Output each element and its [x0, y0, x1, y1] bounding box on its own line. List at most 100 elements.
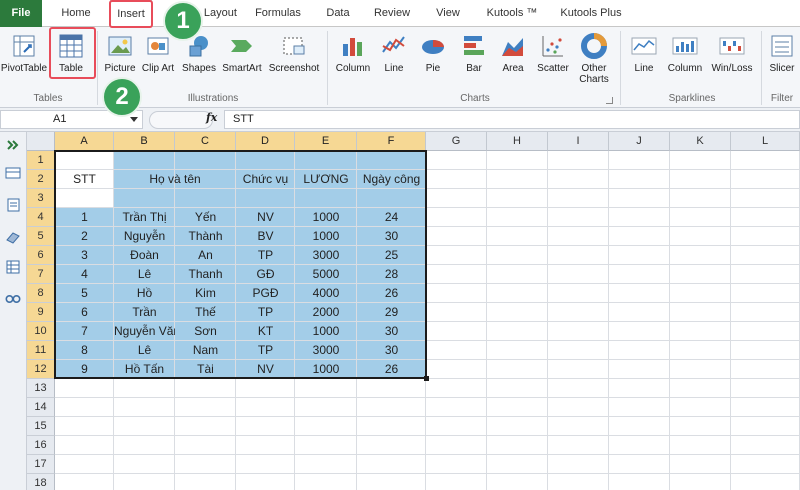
select-all-corner[interactable] — [27, 132, 55, 151]
gridline-horizontal — [55, 454, 800, 455]
pivottable-button[interactable]: PivotTable — [0, 27, 48, 93]
row-header-14[interactable]: 14 — [27, 398, 55, 417]
group-separator — [97, 31, 98, 105]
row-header-16[interactable]: 16 — [27, 436, 55, 455]
picture-label: Picture — [104, 63, 136, 74]
sparkline-winloss-label: Win/Loss — [711, 63, 753, 74]
workbook-sheets-icon[interactable] — [5, 166, 21, 180]
column-header-a[interactable]: A — [55, 132, 114, 151]
row-header-3[interactable]: 3 — [27, 189, 55, 208]
column-header-e[interactable]: E — [295, 132, 357, 151]
slicer-label: Slicer — [769, 63, 795, 74]
row-header-15[interactable]: 15 — [27, 417, 55, 436]
screenshot-icon — [283, 37, 305, 55]
step-2-badge: 2 — [102, 77, 142, 117]
chevron-down-icon[interactable] — [130, 117, 138, 122]
row-header-4[interactable]: 4 — [27, 208, 55, 227]
line-chart-button[interactable]: Line — [376, 27, 412, 93]
insert-tab-highlight — [109, 0, 153, 28]
other-charts-button[interactable]: Other Charts — [574, 27, 614, 93]
row-header-2[interactable]: 2 — [27, 170, 55, 189]
scatter-chart-label: Scatter — [537, 63, 569, 74]
sparkline-line-label: Line — [634, 63, 654, 74]
smartart-button[interactable]: SmartArt — [220, 27, 264, 93]
row-header-6[interactable]: 6 — [27, 246, 55, 265]
row-header-9[interactable]: 9 — [27, 303, 55, 322]
tab-formulas[interactable]: Formulas — [250, 0, 306, 27]
tab-file[interactable]: File — [0, 0, 42, 27]
column-header-c[interactable]: C — [175, 132, 236, 151]
tab-data[interactable]: Data — [320, 0, 356, 27]
row-header-5[interactable]: 5 — [27, 227, 55, 246]
row-header-18[interactable]: 18 — [27, 474, 55, 490]
name-box-value: A1 — [53, 113, 67, 125]
column-header-j[interactable]: J — [609, 132, 670, 151]
row-header-7[interactable]: 7 — [27, 265, 55, 284]
group-separator — [327, 31, 328, 105]
column-list-icon[interactable] — [5, 260, 21, 274]
formula-input[interactable]: STT — [224, 110, 800, 129]
tab-kutools-plus[interactable]: Kutools Plus — [556, 0, 626, 27]
kutools-navigation-pane — [0, 132, 27, 490]
sparkline-column-icon — [672, 37, 698, 55]
screenshot-label: Screenshot — [268, 63, 320, 74]
scatter-chart-icon — [542, 36, 563, 57]
group-tables-label: Tables — [33, 93, 63, 104]
slicer-button[interactable]: Slicer — [764, 27, 800, 93]
row-header-11[interactable]: 11 — [27, 341, 55, 360]
sparkline-column-label: Column — [667, 63, 703, 74]
tab-home[interactable]: Home — [52, 0, 100, 27]
row-header-17[interactable]: 17 — [27, 455, 55, 474]
column-header-d[interactable]: D — [236, 132, 295, 151]
screenshot-button[interactable]: Screenshot — [264, 27, 324, 93]
name-manager-icon[interactable] — [5, 230, 21, 244]
tab-view[interactable]: View — [430, 0, 466, 27]
area-chart-button[interactable]: Area — [494, 27, 532, 93]
tab-kutools[interactable]: Kutools ™ — [480, 0, 544, 27]
gridline-horizontal — [55, 473, 800, 474]
pivottable-icon — [13, 35, 35, 57]
group-separator — [620, 31, 621, 105]
shapes-label: Shapes — [182, 63, 216, 74]
sparkline-line-button[interactable]: Line — [624, 27, 664, 93]
column-header-i[interactable]: I — [548, 132, 609, 151]
scatter-chart-button[interactable]: Scatter — [532, 27, 574, 93]
sparkline-winloss-icon — [719, 37, 745, 55]
pie-chart-label: Pie — [425, 63, 441, 74]
group-charts-label: Charts — [460, 93, 490, 104]
row-header-13[interactable]: 13 — [27, 379, 55, 398]
find-replace-icon[interactable] — [5, 290, 21, 304]
area-chart-label: Area — [502, 63, 524, 74]
insert-function-button[interactable]: fx — [206, 111, 217, 124]
line-chart-icon — [382, 36, 405, 53]
group-separator — [761, 31, 762, 105]
donut-chart-icon — [581, 33, 607, 59]
column-header-l[interactable]: L — [731, 132, 800, 151]
charts-dialog-launcher[interactable] — [606, 97, 613, 104]
column-header-h[interactable]: H — [487, 132, 548, 151]
pivottable-label: PivotTable — [0, 63, 48, 74]
sparkline-column-button[interactable]: Column — [664, 27, 706, 93]
column-header-f[interactable]: F — [357, 132, 426, 151]
formula-controls — [149, 111, 213, 129]
step-1-badge: 1 — [163, 1, 203, 41]
pie-chart-button[interactable]: Pie — [414, 27, 452, 93]
row-header-10[interactable]: 10 — [27, 322, 55, 341]
column-header-k[interactable]: K — [670, 132, 731, 151]
column-header-b[interactable]: B — [114, 132, 175, 151]
fill-handle[interactable] — [424, 376, 429, 381]
pie-chart-icon — [422, 40, 444, 54]
slicer-icon — [771, 35, 793, 57]
row-header-1[interactable]: 1 — [27, 151, 55, 170]
line-chart-label: Line — [384, 63, 404, 74]
bar-chart-button[interactable]: Bar — [454, 27, 494, 93]
row-header-12[interactable]: 12 — [27, 360, 55, 379]
clip-art-label: Clip Art — [141, 63, 175, 74]
column-chart-button[interactable]: Column — [330, 27, 376, 93]
sparkline-winloss-button[interactable]: Win/Loss — [706, 27, 758, 93]
column-header-g[interactable]: G — [426, 132, 487, 151]
autotext-icon[interactable] — [5, 198, 21, 212]
tab-review[interactable]: Review — [370, 0, 414, 27]
expand-pane-icon[interactable] — [5, 138, 21, 152]
row-header-8[interactable]: 8 — [27, 284, 55, 303]
